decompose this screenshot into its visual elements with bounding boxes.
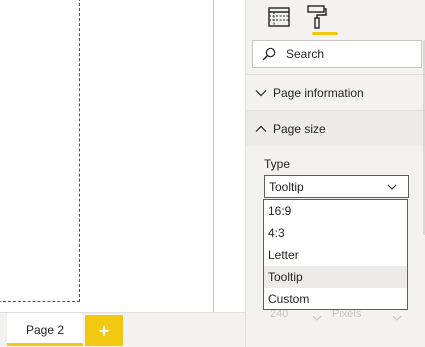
add-page-button[interactable]: + bbox=[85, 315, 123, 346]
chevron-down-icon bbox=[255, 87, 267, 99]
option-16-9[interactable]: 16:9 bbox=[264, 200, 407, 222]
chevron-down-icon bbox=[312, 312, 322, 324]
table-icon bbox=[268, 7, 290, 27]
page-tab-label: Page 2 bbox=[25, 322, 65, 337]
search-input[interactable]: Search bbox=[252, 40, 422, 68]
report-canvas[interactable] bbox=[0, 0, 214, 312]
section-page-information[interactable]: Page information bbox=[246, 74, 425, 110]
search-icon bbox=[261, 46, 277, 62]
chevron-up-icon bbox=[255, 123, 267, 135]
page-boundary bbox=[0, 0, 80, 302]
option-4-3[interactable]: 4:3 bbox=[264, 222, 407, 244]
section-page-size[interactable]: Page size bbox=[246, 110, 425, 146]
page-tabs-bar: Page 2 + bbox=[0, 312, 245, 347]
canvas-gutter bbox=[214, 0, 245, 312]
paint-roller-icon bbox=[307, 5, 327, 29]
section-label: Page size bbox=[273, 121, 326, 136]
option-tooltip[interactable]: Tooltip bbox=[264, 266, 407, 288]
type-dropdown-list: 16:9 4:3 Letter Tooltip Custom bbox=[263, 199, 408, 310]
page-tab-page-2[interactable]: Page 2 bbox=[7, 313, 83, 346]
chevron-down-icon bbox=[384, 179, 400, 195]
format-view-button[interactable] bbox=[304, 4, 330, 30]
type-select-value: Tooltip bbox=[269, 179, 304, 194]
option-letter[interactable]: Letter bbox=[264, 244, 407, 266]
type-select[interactable]: Tooltip bbox=[264, 175, 409, 198]
fields-view-button[interactable] bbox=[266, 4, 292, 30]
type-field-label: Type bbox=[264, 157, 291, 171]
chevron-down-icon bbox=[392, 312, 402, 324]
pane-view-switcher bbox=[246, 0, 425, 36]
active-view-indicator bbox=[312, 32, 338, 35]
section-label: Page information bbox=[273, 85, 364, 100]
option-custom[interactable]: Custom bbox=[264, 288, 407, 310]
search-placeholder: Search bbox=[286, 47, 325, 61]
plus-icon: + bbox=[98, 320, 110, 341]
